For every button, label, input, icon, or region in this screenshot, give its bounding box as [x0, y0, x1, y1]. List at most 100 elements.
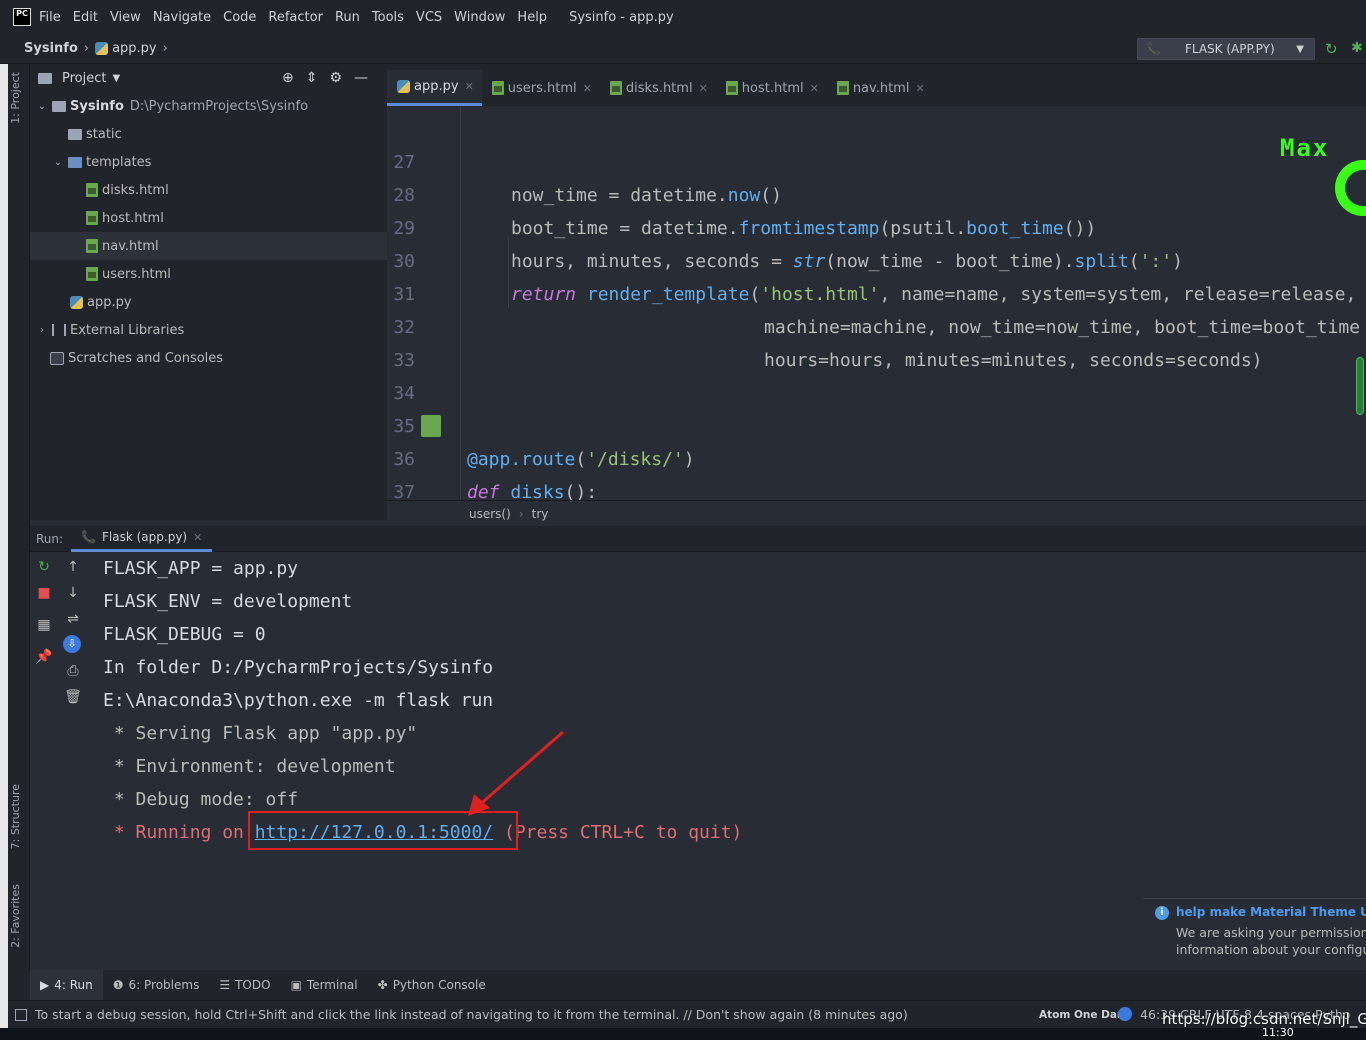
- scroll-to-end-icon[interactable]: ⇩: [63, 635, 81, 653]
- debug-icon[interactable]: ✱: [1351, 40, 1363, 56]
- run-configuration-select[interactable]: 📞 FLASK (APP.PY) ▼: [1137, 38, 1315, 60]
- stop-icon[interactable]: ■: [35, 584, 53, 602]
- folder-icon: [52, 100, 66, 112]
- tree-item-static[interactable]: static: [30, 120, 387, 148]
- close-icon[interactable]: ✕: [699, 82, 708, 95]
- rerun-icon[interactable]: ↻: [1325, 40, 1338, 58]
- menu-view[interactable]: View: [110, 10, 141, 25]
- tool-button-problems[interactable]: ❶ 6: Problems: [103, 970, 210, 1000]
- tree-item-nav-html[interactable]: nav.html: [30, 232, 387, 260]
- tree-item-host-html[interactable]: host.html: [30, 204, 387, 232]
- status-message[interactable]: To start a debug session, hold Ctrl+Shif…: [35, 1007, 908, 1022]
- status-theme[interactable]: Atom One Dark: [1039, 1009, 1129, 1021]
- chevron-down-icon: ⌄: [37, 100, 47, 112]
- run-tab-flask[interactable]: 📞 Flask (app.py) ✕: [71, 526, 213, 552]
- trash-icon[interactable]: 🗑: [64, 688, 82, 706]
- breadcrumb-project[interactable]: Sysinfo: [24, 41, 78, 56]
- menu-file[interactable]: File: [39, 10, 61, 25]
- html-file-icon: [86, 211, 98, 225]
- html-template-gutter-icon[interactable]: [421, 415, 441, 437]
- minimize-icon[interactable]: —: [354, 70, 368, 86]
- arrow-down-icon[interactable]: ↓: [64, 584, 82, 602]
- notification-text: information about your configura: [1176, 942, 1366, 957]
- status-toggle-icon[interactable]: [15, 1008, 27, 1021]
- breadcrumb-function[interactable]: users(): [469, 507, 511, 521]
- menu-vcs[interactable]: VCS: [416, 10, 442, 25]
- python-console-icon: ✤: [377, 978, 388, 992]
- breadcrumb-file[interactable]: app.py: [112, 41, 157, 56]
- tree-item-external-libraries[interactable]: › External Libraries: [30, 316, 387, 344]
- collapse-all-icon[interactable]: ⇕: [306, 70, 318, 86]
- breadcrumb-block[interactable]: try: [532, 507, 549, 521]
- tree-item-templates[interactable]: ⌄ templates: [30, 148, 387, 176]
- notification-title[interactable]: help make Material Theme UI b: [1176, 905, 1366, 919]
- flask-config-icon: 📞: [1146, 42, 1161, 56]
- close-icon[interactable]: ✕: [583, 82, 592, 95]
- project-view-select[interactable]: Project: [62, 71, 106, 86]
- html-file-icon: [725, 81, 738, 95]
- tool-button-run[interactable]: ▶ 4: Run: [30, 970, 103, 1000]
- console-running-suffix: (Press CTRL+C to quit): [493, 822, 743, 843]
- rerun-icon[interactable]: ↻: [35, 558, 53, 576]
- chevron-right-icon: ›: [40, 324, 44, 336]
- project-view-icon: [38, 72, 52, 84]
- tab-users-html[interactable]: users.html ✕: [482, 70, 600, 106]
- print-icon[interactable]: ⎙: [64, 662, 82, 680]
- layout-icon[interactable]: ▦: [35, 616, 53, 634]
- menu-code[interactable]: Code: [223, 10, 256, 25]
- tree-item-app-py[interactable]: app.py: [30, 288, 387, 316]
- notification-balloon[interactable]: i help make Material Theme UI b We are a…: [1143, 898, 1366, 966]
- menu-help[interactable]: Help: [517, 10, 547, 25]
- tool-tab-structure[interactable]: 7: Structure: [9, 784, 22, 849]
- menu-tools[interactable]: Tools: [372, 10, 404, 25]
- close-icon[interactable]: ✕: [915, 82, 924, 95]
- theme-indicator-icon: [1118, 1007, 1132, 1021]
- code-line: 31 machine=machine, now_time=now_time, b…: [387, 245, 1366, 338]
- soft-wrap-icon[interactable]: ⇌: [64, 610, 82, 628]
- menu-edit[interactable]: Edit: [73, 10, 98, 25]
- tab-nav-html[interactable]: nav.html ✕: [827, 70, 933, 106]
- tool-button-todo[interactable]: ☰ TODO: [209, 970, 280, 1000]
- left-tool-stripe: 1: Project 7: Structure 2: Favorites: [8, 64, 30, 970]
- html-file-icon: [86, 267, 98, 281]
- tool-button-python-console[interactable]: ✤ Python Console: [368, 970, 496, 1000]
- pin-icon[interactable]: 📌: [35, 648, 53, 666]
- tool-tab-project[interactable]: 1: Project: [9, 72, 22, 124]
- menu-window[interactable]: Window: [454, 10, 505, 25]
- tree-item-sysinfo[interactable]: ⌄ Sysinfo D:\PycharmProjects\Sysinfo: [30, 92, 387, 120]
- tree-item-scratches[interactable]: Scratches and Consoles: [30, 344, 387, 372]
- editor-tab-bar: app.py ✕ users.html ✕ disks.html ✕ host.…: [387, 64, 1366, 106]
- locate-icon[interactable]: ⊕: [282, 70, 294, 86]
- code-line: 36 def disks():: [387, 410, 1366, 500]
- editor-scrollbar[interactable]: [1356, 357, 1364, 415]
- tool-tab-favorites[interactable]: 2: Favorites: [9, 884, 22, 948]
- chevron-down-icon: ▼: [1296, 43, 1304, 55]
- close-icon[interactable]: ✕: [193, 531, 202, 544]
- menu-navigate[interactable]: Navigate: [153, 10, 211, 25]
- console-line: FLASK_DEBUG = 0: [103, 624, 266, 645]
- close-icon[interactable]: ✕: [810, 82, 819, 95]
- run-panel-header: Run: 📞 Flask (app.py) ✕: [30, 526, 1366, 552]
- annotation-arrow: [468, 730, 564, 816]
- tree-item-label: disks.html: [102, 182, 169, 198]
- tab-label: host.html: [741, 80, 804, 96]
- menu-refactor[interactable]: Refactor: [268, 10, 323, 25]
- arrow-up-icon[interactable]: ↑: [64, 558, 82, 576]
- tab-label: disks.html: [625, 80, 693, 96]
- menu-run[interactable]: Run: [335, 10, 360, 25]
- tree-item-disks-html[interactable]: disks.html: [30, 176, 387, 204]
- chevron-down-icon[interactable]: ▼: [112, 73, 120, 84]
- tree-item-users-html[interactable]: users.html: [30, 260, 387, 288]
- gear-icon[interactable]: ⚙: [329, 70, 342, 86]
- console-line: E:\Anaconda3\python.exe -m flask run: [103, 690, 494, 711]
- tree-item-label: templates: [86, 154, 152, 170]
- tab-host-html[interactable]: host.html ✕: [716, 70, 827, 106]
- tool-button-terminal[interactable]: ▣ Terminal: [281, 970, 368, 1000]
- close-icon[interactable]: ✕: [465, 80, 474, 93]
- chevron-right-icon: ›: [518, 506, 524, 521]
- html-file-icon: [836, 81, 849, 95]
- code-editor[interactable]: 27 now_time = datetime.now() 28 boot_tim…: [387, 106, 1366, 500]
- tab-disks-html[interactable]: disks.html ✕: [600, 70, 716, 106]
- scratches-icon: [50, 351, 64, 365]
- tab-app-py[interactable]: app.py ✕: [387, 70, 482, 106]
